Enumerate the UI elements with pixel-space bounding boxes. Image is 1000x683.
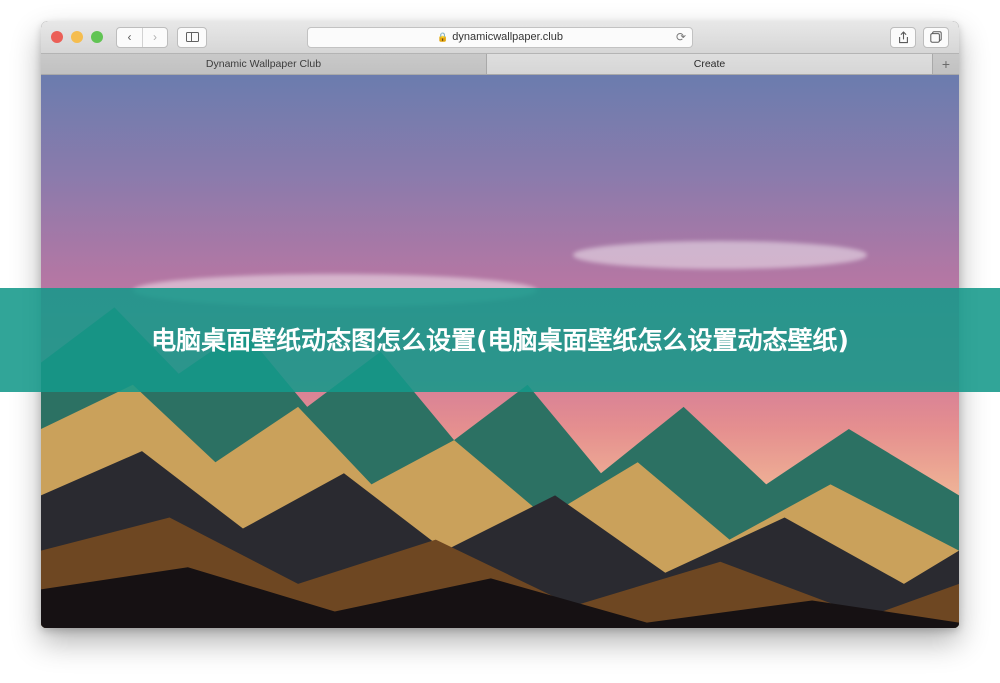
maximize-window-button[interactable] bbox=[91, 31, 103, 43]
navigation-buttons[interactable]: ‹ › bbox=[116, 26, 168, 48]
address-bar[interactable]: 🔒 dynamicwallpaper.club ⟳ bbox=[307, 26, 693, 48]
sidebar-toggle-button[interactable] bbox=[177, 26, 207, 48]
image-thumbnail[interactable] bbox=[41, 75, 959, 628]
mountain-ridges bbox=[41, 307, 959, 628]
share-button[interactable] bbox=[890, 26, 916, 48]
share-icon bbox=[898, 30, 908, 43]
toolbar-right-buttons[interactable] bbox=[890, 26, 949, 48]
thumbnail-scene bbox=[41, 75, 959, 628]
reload-icon[interactable]: ⟳ bbox=[676, 31, 686, 43]
window-controls[interactable] bbox=[51, 31, 103, 43]
browser-toolbar: ‹ › 🔒 dynamicwallpaper.club ⟳ bbox=[41, 21, 959, 54]
sidebar-icon bbox=[185, 31, 199, 43]
minimize-window-button[interactable] bbox=[71, 31, 83, 43]
tabs-overview-icon bbox=[930, 31, 942, 43]
table-row: ✕ bbox=[41, 75, 959, 628]
forward-button[interactable]: › bbox=[142, 27, 167, 47]
tabs-overview-button[interactable] bbox=[923, 26, 949, 48]
caption-text: 电脑桌面壁纸动态图怎么设置(电脑桌面壁纸怎么设置动态壁纸) bbox=[151, 325, 849, 355]
lock-icon: 🔒 bbox=[437, 31, 449, 42]
tab-strip[interactable]: Dynamic Wallpaper Club Create + bbox=[41, 54, 959, 75]
new-tab-button[interactable]: + bbox=[933, 54, 959, 74]
url-text: dynamicwallpaper.club bbox=[452, 31, 563, 43]
tab-dynamic-wallpaper-club[interactable]: Dynamic Wallpaper Club bbox=[41, 54, 487, 74]
close-window-button[interactable] bbox=[51, 31, 63, 43]
screenshot-root: ‹ › 🔒 dynamicwallpaper.club ⟳ Dynamic Wa… bbox=[0, 0, 1000, 683]
caption-overlay: 电脑桌面壁纸动态图怎么设置(电脑桌面壁纸怎么设置动态壁纸) bbox=[0, 288, 1000, 392]
cell-image bbox=[41, 75, 959, 628]
back-button[interactable]: ‹ bbox=[117, 28, 142, 47]
tab-create[interactable]: Create bbox=[487, 54, 933, 74]
